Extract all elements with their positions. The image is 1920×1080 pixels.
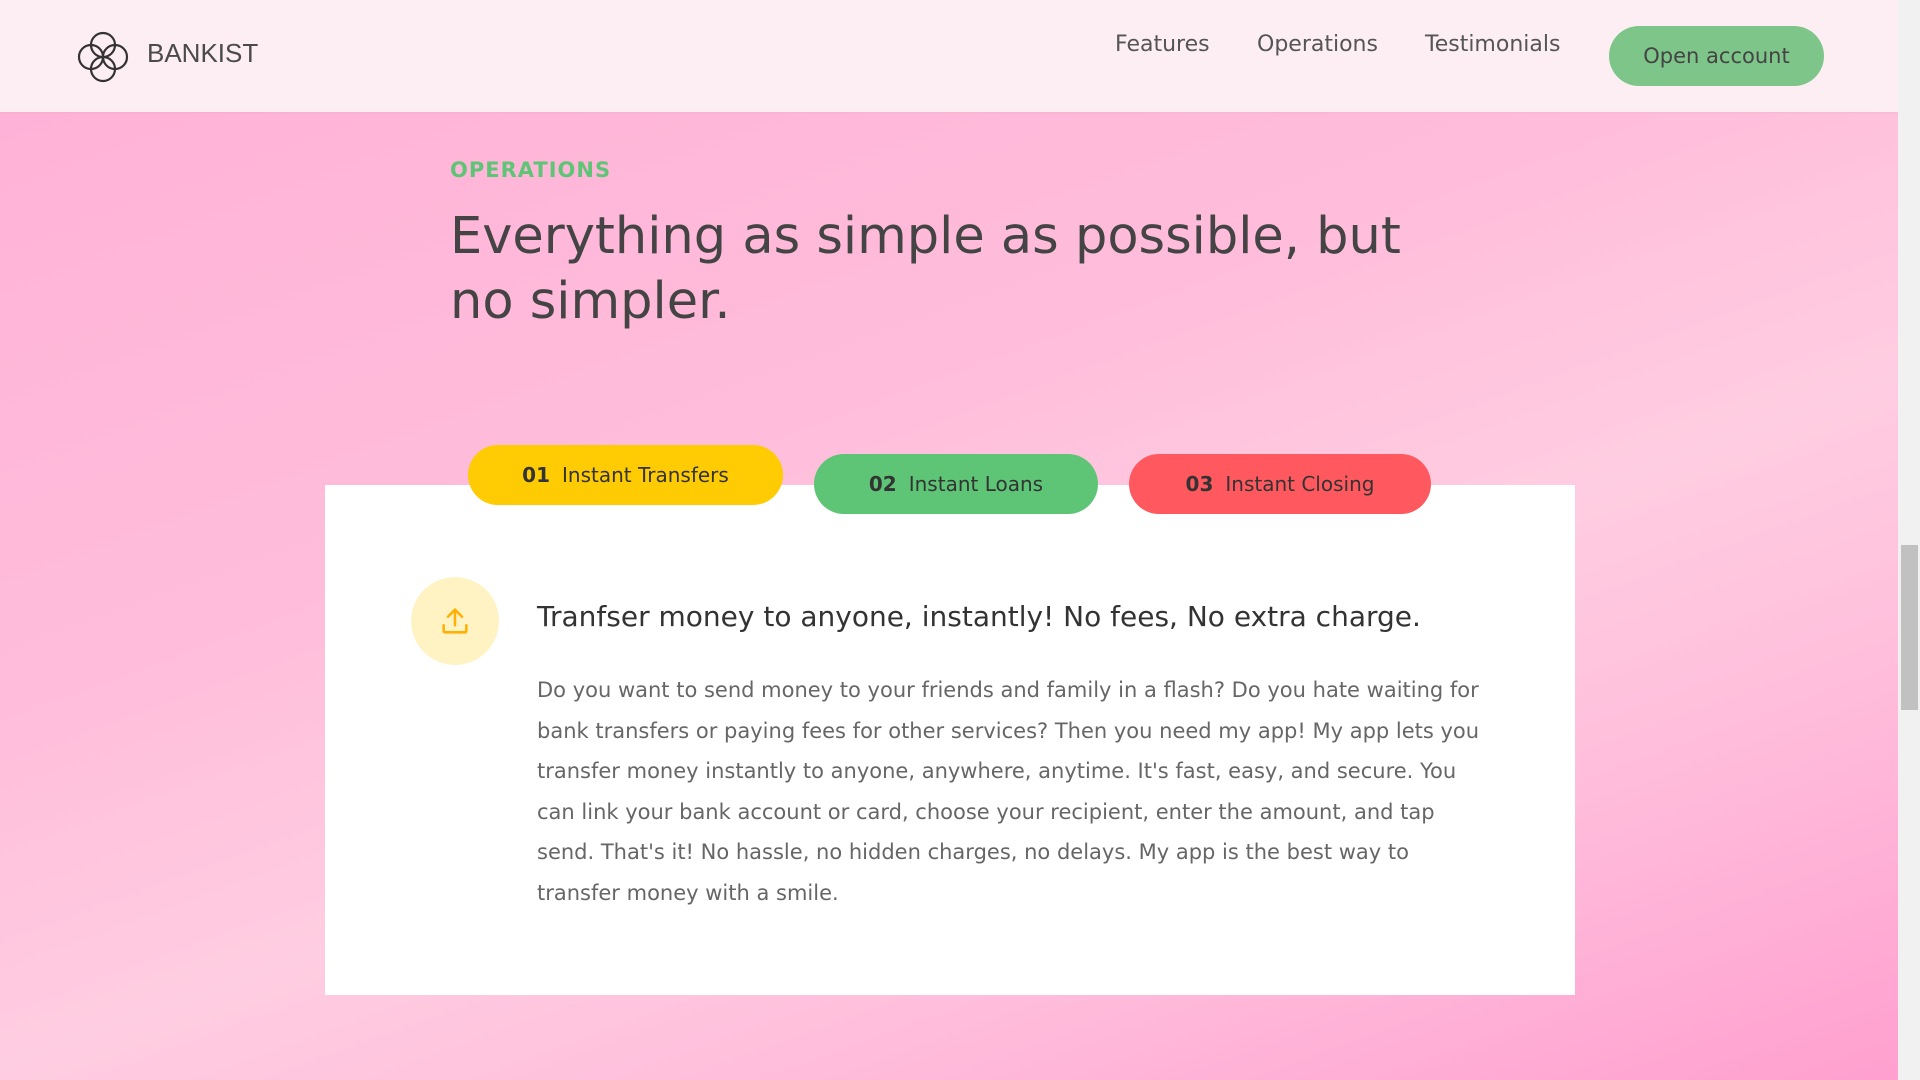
section-label: OPERATIONS — [450, 158, 612, 182]
tab-label: Instant Loans — [908, 472, 1044, 496]
tab-number: 02 — [868, 472, 897, 496]
scrollbar-thumb[interactable] — [1901, 545, 1918, 710]
nav-link-operations[interactable]: Operations — [1257, 32, 1378, 57]
vertical-scrollbar[interactable] — [1898, 0, 1920, 1080]
tab-label: Instant Transfers — [562, 463, 729, 487]
brand-name: BANKIST — [147, 38, 259, 68]
bankist-logo-icon[interactable] — [74, 28, 132, 86]
section-title: Everything as simple as possible, but no… — [450, 207, 1401, 331]
upload-icon — [442, 608, 468, 634]
top-navigation-bar: BANKIST Features Operations Testimonials… — [0, 0, 1898, 112]
content-description: Do you want to send money to your friend… — [537, 678, 1480, 905]
tab-instant-transfers[interactable]: 01 Instant Transfers — [468, 445, 783, 505]
nav-link-features[interactable]: Features — [1115, 32, 1210, 57]
upload-icon-container — [411, 577, 499, 665]
tab-instant-loans[interactable]: 02 Instant Loans — [814, 454, 1098, 514]
tab-label: Instant Closing — [1225, 472, 1375, 496]
tab-number: 03 — [1185, 472, 1214, 496]
open-account-button[interactable]: Open account — [1609, 26, 1824, 86]
tab-instant-closing[interactable]: 03 Instant Closing — [1129, 454, 1431, 514]
content-heading: Tranfser money to anyone, instantly! No … — [537, 600, 1421, 633]
tab-number: 01 — [522, 463, 551, 487]
nav-link-testimonials[interactable]: Testimonials — [1425, 32, 1560, 57]
